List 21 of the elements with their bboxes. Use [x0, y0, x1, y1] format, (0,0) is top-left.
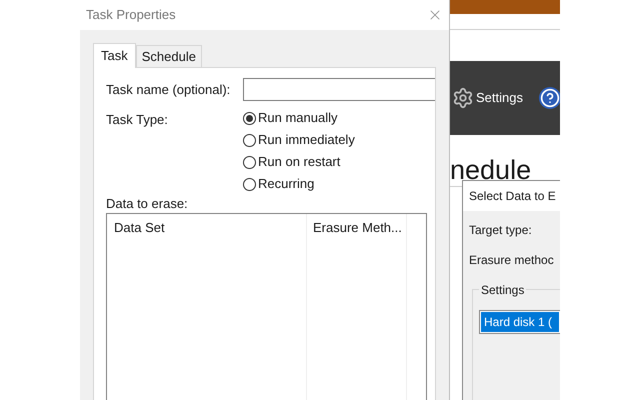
- radio-option[interactable]: Run manually: [243, 107, 355, 129]
- field-label: Task Type:: [106, 111, 169, 129]
- settings-icon: [452, 87, 474, 109]
- field-label: Task name (optional):: [106, 80, 232, 99]
- radio-option[interactable]: Recurring: [243, 173, 355, 195]
- tab[interactable]: Task: [93, 43, 136, 68]
- settings-button[interactable]: Settings: [452, 87, 523, 109]
- column-header[interactable]: Erasure Meth...: [313, 220, 402, 235]
- dialog-title: Select Data to E: [463, 181, 560, 211]
- dialog-title: Task Properties: [86, 6, 176, 24]
- field-label: Data to erase:: [106, 197, 189, 211]
- page-heading: nedule: [450, 157, 532, 184]
- tab[interactable]: Schedule: [136, 45, 202, 67]
- task-name-input[interactable]: [243, 78, 435, 101]
- field-label: Target type:: [469, 222, 533, 239]
- help-icon[interactable]: [538, 87, 560, 109]
- field-label: Erasure methoc: [469, 252, 555, 269]
- column-header[interactable]: Data Set: [114, 220, 165, 235]
- list-item[interactable]: Hard disk 1 (: [481, 312, 559, 332]
- radio-option[interactable]: Run on restart: [243, 151, 355, 173]
- radio-option[interactable]: Run immediately: [243, 129, 355, 151]
